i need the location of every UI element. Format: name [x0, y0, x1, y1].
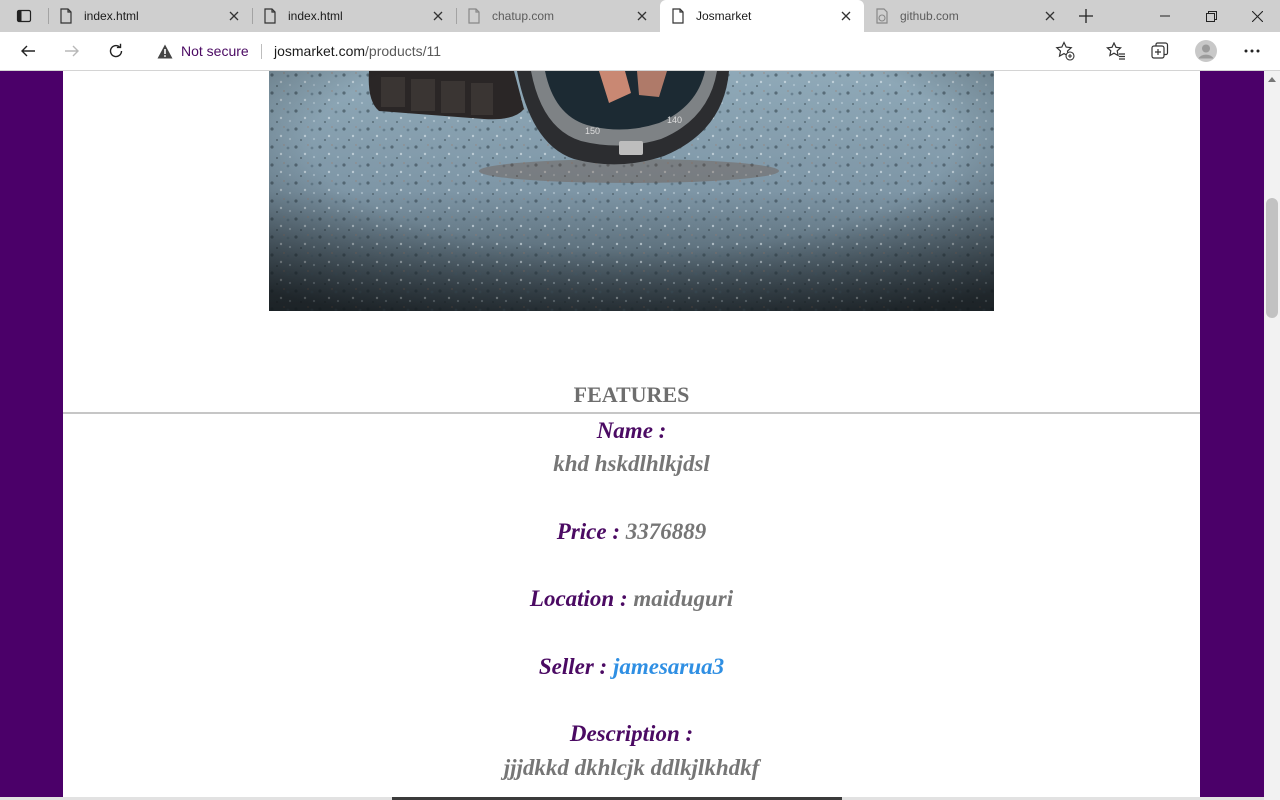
page-icon	[466, 8, 482, 24]
restore-button[interactable]	[1188, 0, 1234, 32]
refresh-button[interactable]	[100, 35, 132, 67]
minimize-icon	[1160, 15, 1170, 17]
new-tab-button[interactable]	[1074, 4, 1098, 28]
collections-icon	[1151, 42, 1169, 59]
back-arrow-icon	[21, 45, 35, 57]
description-value: jjjdkkd dkhlcjk ddlkjlkhdkf	[503, 755, 760, 780]
seller-label: Seller :	[538, 654, 608, 679]
favorites-button[interactable]	[1100, 35, 1132, 67]
url-path: /products/11	[365, 43, 442, 59]
address-bar[interactable]: Not secure josmarket.com/products/11	[145, 36, 1090, 66]
minimize-button[interactable]	[1142, 0, 1188, 32]
tab-title: index.html	[288, 9, 343, 23]
tab-index-html-1[interactable]: index.html	[48, 0, 252, 32]
scroll-up-button[interactable]	[1264, 71, 1280, 87]
close-icon[interactable]	[430, 8, 446, 24]
tab-index-html-2[interactable]: index.html	[252, 0, 456, 32]
vertical-scrollbar[interactable]	[1264, 71, 1280, 800]
page-icon	[58, 8, 74, 24]
close-icon	[1251, 10, 1263, 22]
tab-josmarket[interactable]: Josmarket	[660, 0, 864, 32]
more-icon	[1244, 49, 1260, 53]
name-value: khd hskdlhlkjdsl	[553, 451, 710, 476]
plus-icon	[1079, 9, 1093, 23]
tab-strip: index.html index.html chatup.com Josmark…	[0, 0, 1280, 32]
price-value: 3376889	[625, 519, 707, 544]
security-label: Not secure	[181, 43, 249, 59]
seller-row: Seller : jamesarua3	[63, 653, 1200, 681]
tab-github[interactable]: github.com	[864, 0, 1068, 32]
favorites-icon	[1106, 42, 1125, 60]
tab-title: index.html	[84, 9, 139, 23]
tab-title: chatup.com	[492, 9, 555, 23]
add-favorite-button[interactable]	[1055, 41, 1075, 61]
page-viewport: 150 140 FEATURES Name : khd hskdlhlkjdsl…	[0, 71, 1264, 800]
back-button[interactable]	[12, 35, 44, 67]
tab-actions-button[interactable]	[8, 4, 40, 28]
page-icon	[262, 8, 278, 24]
scroll-thumb[interactable]	[1266, 198, 1278, 318]
description-label: Description :	[569, 721, 694, 746]
price-row: Price : 3376889	[63, 518, 1200, 546]
location-value: maiduguri	[633, 586, 734, 611]
browser-toolbar: Not secure josmarket.com/products/11	[0, 32, 1280, 71]
settings-menu-button[interactable]	[1236, 35, 1268, 67]
location-row: Location : maiduguri	[63, 585, 1200, 613]
url-host: josmarket.com	[274, 43, 366, 59]
add-favorite-icon	[1055, 41, 1075, 61]
close-icon[interactable]	[226, 8, 242, 24]
wristwatch-photo: 150 140	[269, 71, 994, 311]
forward-button[interactable]	[56, 35, 88, 67]
close-icon[interactable]	[838, 8, 854, 24]
offline-page-icon	[874, 8, 890, 24]
close-icon[interactable]	[634, 8, 650, 24]
page-icon	[670, 8, 686, 24]
refresh-icon	[109, 43, 123, 58]
avatar-icon	[1195, 40, 1217, 62]
tab-title: Josmarket	[696, 9, 752, 23]
url-text[interactable]: josmarket.com/products/11	[274, 36, 441, 66]
security-indicator[interactable]: Not secure	[157, 36, 249, 66]
forward-arrow-icon	[65, 45, 79, 57]
restore-icon	[1205, 10, 1217, 22]
tab-chatup[interactable]: chatup.com	[456, 0, 660, 32]
price-label: Price :	[556, 519, 620, 544]
tab-actions-icon	[16, 9, 32, 23]
seller-link[interactable]: jamesarua3	[613, 654, 724, 679]
features-heading: FEATURES	[573, 382, 690, 407]
scroll-up-arrow-icon	[1268, 76, 1276, 82]
product-image: 150 140	[269, 71, 994, 311]
close-icon[interactable]	[1042, 8, 1058, 24]
profile-button[interactable]	[1190, 35, 1222, 67]
close-window-button[interactable]	[1234, 0, 1280, 32]
warning-icon	[157, 44, 173, 58]
product-panel: 150 140 FEATURES Name : khd hskdlhlkjdsl…	[63, 71, 1200, 800]
tab-title: github.com	[900, 9, 959, 23]
location-label: Location :	[529, 586, 628, 611]
features-divider	[63, 412, 1200, 414]
name-label: Name :	[596, 418, 667, 443]
collections-button[interactable]	[1144, 35, 1176, 67]
